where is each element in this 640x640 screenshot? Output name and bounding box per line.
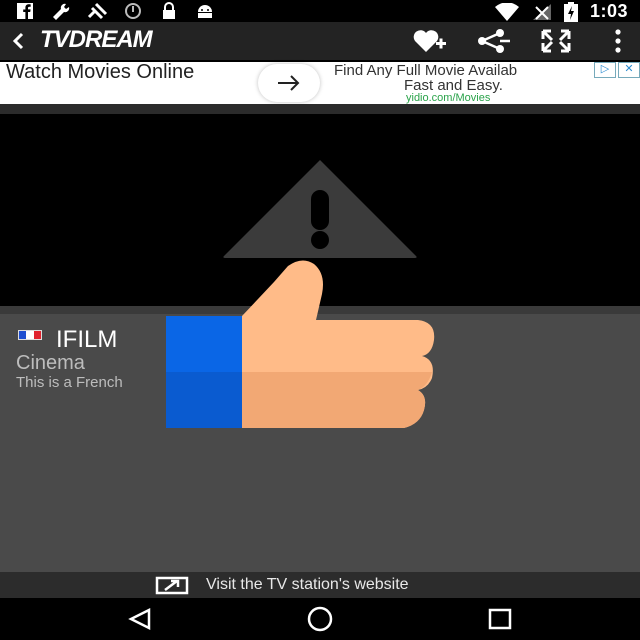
favorite-add-icon[interactable] bbox=[412, 27, 448, 55]
ad-title: Watch Movies Online bbox=[6, 61, 195, 83]
fullscreen-icon[interactable] bbox=[538, 27, 574, 55]
nav-recents-icon[interactable] bbox=[484, 606, 516, 632]
system-nav-bar bbox=[0, 598, 640, 640]
app-title: TVDREAM bbox=[40, 26, 153, 53]
france-flag-icon bbox=[18, 330, 42, 340]
nav-home-icon[interactable] bbox=[304, 606, 336, 632]
visit-website-button[interactable]: Visit the TV station's website bbox=[0, 572, 640, 598]
lock-icon bbox=[158, 2, 180, 20]
warning-icon bbox=[223, 160, 417, 258]
wrench-icon bbox=[50, 2, 72, 20]
overflow-menu-icon[interactable] bbox=[600, 27, 636, 55]
channel-name: IFILM bbox=[56, 326, 118, 353]
nav-back-icon[interactable] bbox=[124, 606, 156, 632]
clock: 1:03 bbox=[589, 1, 628, 21]
status-bar: 1:03 bbox=[0, 0, 640, 22]
visit-website-label: Visit the TV station's website bbox=[206, 576, 409, 593]
share-icon[interactable] bbox=[476, 27, 512, 55]
thumbs-up-icon[interactable] bbox=[166, 258, 440, 430]
external-link-icon bbox=[155, 576, 189, 595]
divider bbox=[0, 104, 640, 114]
block-icon bbox=[122, 2, 144, 20]
ad-info-icon[interactable]: ▷ bbox=[594, 62, 616, 78]
ad-url: yidio.com/Movies bbox=[406, 92, 491, 104]
status-icons-left bbox=[14, 2, 216, 20]
ad-badges: ▷ ✕ bbox=[594, 62, 640, 78]
ad-banner[interactable]: Watch Movies Online Find Any Full Movie … bbox=[0, 62, 640, 104]
satellite-icon bbox=[86, 2, 108, 20]
channel-genre: Cinema bbox=[16, 352, 85, 374]
status-icons-right: 1:03 bbox=[494, 1, 628, 22]
wifi-icon bbox=[494, 2, 519, 21]
back-button[interactable] bbox=[8, 28, 30, 54]
battery-icon bbox=[563, 1, 578, 22]
channel-description: This is a French bbox=[16, 374, 123, 391]
ad-close-icon[interactable]: ✕ bbox=[618, 62, 640, 78]
signal-icon bbox=[532, 3, 551, 20]
ad-arrow-button[interactable] bbox=[258, 64, 320, 102]
android-icon bbox=[194, 2, 216, 20]
facebook-icon bbox=[14, 2, 36, 20]
app-toolbar: TVDREAM bbox=[0, 22, 640, 60]
arrow-right-icon bbox=[278, 75, 300, 91]
